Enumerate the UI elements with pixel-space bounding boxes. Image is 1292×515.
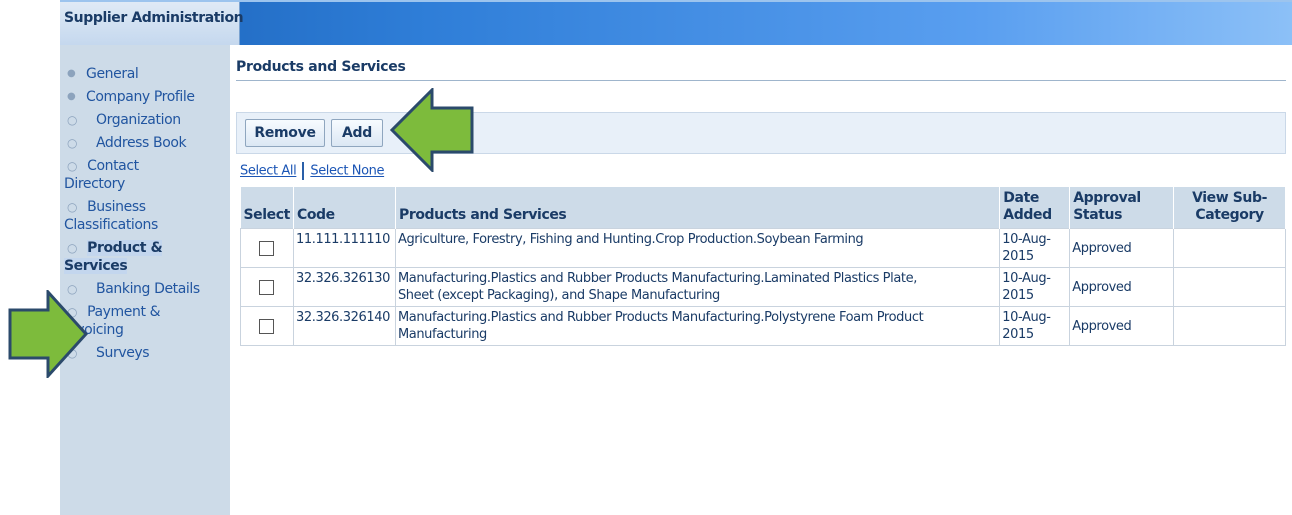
- status-cell: Approved: [1069, 228, 1175, 268]
- column-header-view-subcategory: View Sub- Category: [1173, 187, 1286, 229]
- date-text: 10-Aug-: [1002, 310, 1051, 325]
- column-header-approval-status: Approval Status: [1069, 187, 1175, 229]
- header-title: Supplier Administration: [60, 2, 244, 45]
- header-text: Category: [1195, 207, 1264, 223]
- select-cell: [240, 306, 294, 346]
- annotation-arrow-icon: [389, 88, 474, 172]
- sidebar-item-label-cont: Services: [64, 258, 128, 274]
- section-title: Products and Services: [236, 59, 1286, 81]
- products-table: Select Code Products and Services Date Ad…: [240, 187, 1286, 346]
- select-links: Select All Select None: [240, 162, 385, 180]
- date-text: 2015: [1002, 288, 1034, 303]
- table-header-row: Select Code Products and Services Date Ad…: [240, 187, 1286, 229]
- sidebar-item-product-services[interactable]: ○ Product & Services: [60, 237, 230, 278]
- sidebar-item-label: Payment &: [87, 304, 161, 320]
- header-text: Approval: [1073, 190, 1141, 206]
- products-cell: Agriculture, Forestry, Fishing and Hunti…: [394, 228, 1001, 268]
- view-subcategory-cell: [1173, 228, 1286, 268]
- sidebar-item-label: Contact: [87, 158, 139, 174]
- select-cell: [240, 267, 294, 307]
- sidebar-item-label-cont: Classifications: [64, 217, 158, 233]
- circle-bullet-icon: ○: [67, 200, 78, 214]
- header-bar: Supplier Administration: [60, 0, 1292, 45]
- sidebar-item-label: General: [86, 66, 139, 82]
- sidebar: ● General ● Company Profile ○ Organizati…: [60, 45, 230, 515]
- link-separator: [302, 162, 305, 180]
- circle-bullet-icon: ○: [67, 113, 78, 127]
- products-text: Manufacturing.Plastics and Rubber Produc…: [397, 271, 917, 286]
- date-text: 10-Aug-: [1002, 271, 1051, 286]
- sidebar-item-company-profile[interactable]: ● Company Profile: [60, 86, 230, 109]
- annotation-arrow-icon: [8, 290, 88, 378]
- sidebar-item-label: Banking Details: [96, 281, 200, 297]
- status-cell: Approved: [1069, 267, 1175, 307]
- sidebar-item-label: Product &: [87, 240, 163, 256]
- sidebar-item-address-book[interactable]: ○ Address Book: [60, 132, 230, 155]
- date-text: 2015: [1002, 249, 1034, 264]
- date-text: 10-Aug-: [1002, 232, 1051, 247]
- view-subcategory-cell: [1173, 267, 1286, 307]
- date-cell: 10-Aug- 2015: [999, 228, 1071, 268]
- bullet-icon: ●: [67, 68, 76, 79]
- table-row: 32.326.326140 Manufacturing.Plastics and…: [240, 306, 1286, 346]
- column-header-products: Products and Services: [395, 187, 1001, 229]
- code-cell: 11.111.111110: [292, 228, 396, 268]
- column-header-select: Select: [240, 187, 294, 229]
- products-text: Manufacturing.Plastics and Rubber Produc…: [397, 310, 924, 325]
- remove-button[interactable]: Remove: [245, 119, 325, 147]
- sidebar-item-business-classifications[interactable]: ○ Business Classifications: [60, 196, 230, 237]
- code-cell: 32.326.326140: [292, 306, 396, 346]
- header-text: Date: [1003, 190, 1039, 206]
- row-checkbox[interactable]: [259, 240, 275, 256]
- header-text: View Sub-: [1192, 190, 1268, 206]
- products-text: Agriculture, Forestry, Fishing and Hunti…: [397, 232, 864, 247]
- view-subcategory-cell: [1173, 306, 1286, 346]
- table-row: 11.111.111110 Agriculture, Forestry, Fis…: [240, 228, 1286, 268]
- sidebar-item-organization[interactable]: ○ Organization: [60, 109, 230, 132]
- products-cell: Manufacturing.Plastics and Rubber Produc…: [394, 267, 1001, 307]
- circle-bullet-icon: ○: [67, 159, 78, 173]
- code-cell: 32.326.326130: [292, 267, 396, 307]
- date-text: 2015: [1002, 327, 1034, 342]
- bullet-icon: ●: [67, 91, 76, 102]
- sidebar-item-contact-directory[interactable]: ○ Contact Directory: [60, 155, 230, 196]
- header-text: Status: [1073, 207, 1123, 223]
- select-all-link[interactable]: Select All: [240, 164, 297, 179]
- sidebar-item-label: Organization: [96, 112, 181, 128]
- add-button[interactable]: Add: [331, 119, 383, 147]
- sidebar-item-label: Business: [87, 199, 146, 215]
- column-header-date-added: Date Added: [999, 187, 1071, 229]
- table-row: 32.326.326130 Manufacturing.Plastics and…: [240, 267, 1286, 307]
- sidebar-item-label-cont: Directory: [64, 176, 125, 192]
- status-cell: Approved: [1069, 306, 1175, 346]
- select-cell: [240, 228, 294, 268]
- products-text: Manufacturing: [397, 327, 487, 342]
- circle-bullet-icon: ○: [67, 136, 78, 150]
- sidebar-item-label: Company Profile: [86, 89, 195, 105]
- sidebar-item-label: Address Book: [96, 135, 187, 151]
- sidebar-item-label: Surveys: [96, 345, 150, 361]
- row-checkbox[interactable]: [259, 279, 275, 295]
- column-header-code: Code: [293, 187, 396, 229]
- date-cell: 10-Aug- 2015: [999, 306, 1071, 346]
- circle-bullet-icon: ○: [67, 241, 78, 255]
- sidebar-item-general[interactable]: ● General: [60, 63, 230, 86]
- products-cell: Manufacturing.Plastics and Rubber Produc…: [394, 306, 1001, 346]
- date-cell: 10-Aug- 2015: [999, 267, 1071, 307]
- products-text: Sheet (except Packaging), and Shape Manu…: [397, 288, 720, 303]
- header-text: Added: [1003, 207, 1052, 223]
- select-none-link[interactable]: Select None: [310, 164, 384, 179]
- row-checkbox[interactable]: [259, 318, 275, 334]
